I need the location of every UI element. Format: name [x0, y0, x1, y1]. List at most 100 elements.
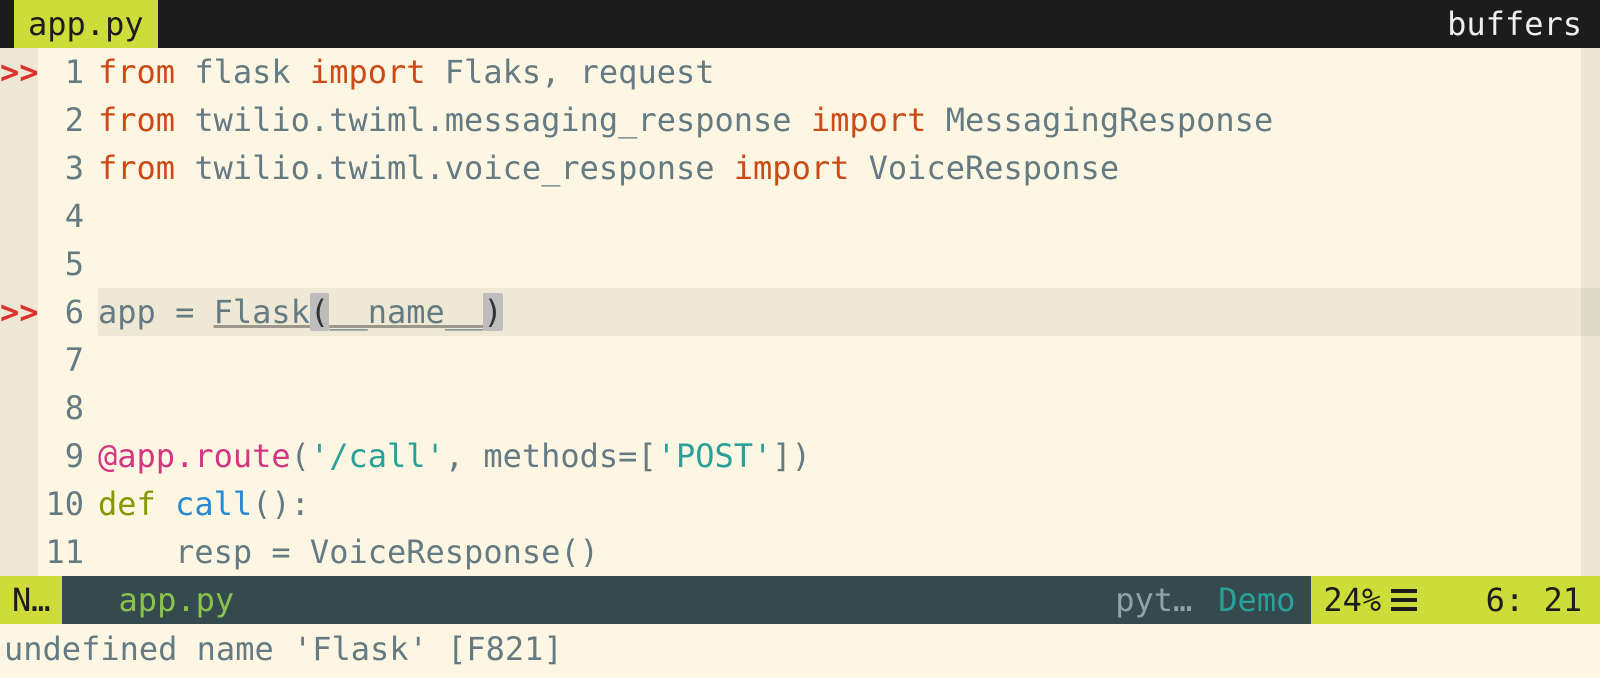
code-token: Flaks, request [445, 53, 715, 91]
code-content[interactable]: def call(): [98, 480, 1581, 528]
code-token: ( [310, 293, 329, 331]
code-content[interactable]: resp = VoiceResponse() [98, 528, 1581, 576]
color-column [1581, 480, 1600, 528]
code-token [98, 197, 117, 235]
code-token: '/call' [310, 437, 445, 475]
code-line[interactable]: >>6app = Flask(__name__) [0, 288, 1600, 336]
status-percent-value: 24% [1323, 576, 1381, 624]
line-number: 3 [38, 144, 98, 192]
code-line[interactable]: 11 resp = VoiceResponse() [0, 528, 1600, 576]
code-token: import [310, 53, 445, 91]
code-line[interactable]: 8 [0, 384, 1600, 432]
code-token: 'POST' [657, 437, 773, 475]
hamburger-icon [1391, 586, 1417, 614]
tab-bar: app.py buffers [0, 0, 1600, 48]
code-line[interactable]: 2from twilio.twiml.messaging_response im… [0, 96, 1600, 144]
code-token: resp = VoiceResponse() [98, 533, 599, 571]
line-number: 8 [38, 384, 98, 432]
code-line[interactable]: 5 [0, 240, 1600, 288]
sign-column [0, 336, 38, 384]
code-token: import [734, 149, 869, 187]
code-token: from [98, 53, 194, 91]
code-line[interactable]: 4 [0, 192, 1600, 240]
code-content[interactable]: from twilio.twiml.voice_response import … [98, 144, 1581, 192]
status-bar: N… app.py pyt… Demo 24% 6: 21 [0, 576, 1600, 624]
sign-column [0, 432, 38, 480]
code-token: from [98, 149, 194, 187]
code-content[interactable]: @app.route('/call', methods=['POST']) [98, 432, 1581, 480]
color-column [1581, 144, 1600, 192]
code-line[interactable]: 3from twilio.twiml.voice_response import… [0, 144, 1600, 192]
code-line[interactable]: 10def call(): [0, 480, 1600, 528]
code-content[interactable] [98, 336, 1581, 384]
code-token: ]) [772, 437, 811, 475]
code-content[interactable] [98, 384, 1581, 432]
color-column [1581, 240, 1600, 288]
line-number: 7 [38, 336, 98, 384]
code-token: def [98, 485, 175, 523]
line-number: 11 [38, 528, 98, 576]
code-token [98, 341, 117, 379]
code-line[interactable]: 9@app.route('/call', methods=['POST']) [0, 432, 1600, 480]
code-content[interactable] [98, 240, 1581, 288]
code-token: twilio.twiml.voice_response [194, 149, 733, 187]
code-line[interactable]: 7 [0, 336, 1600, 384]
code-token: @app.route [98, 437, 291, 475]
code-token: (): [252, 485, 310, 523]
lint-error-marker: >> [0, 288, 38, 336]
code-content[interactable]: from flask import Flaks, request [98, 48, 1581, 96]
code-token [98, 245, 117, 283]
status-percent: 24% [1311, 576, 1429, 624]
line-number: 10 [38, 480, 98, 528]
code-content[interactable]: from twilio.twiml.messaging_response imp… [98, 96, 1581, 144]
status-branch: Demo [1202, 576, 1311, 624]
tabbar-spacer [158, 0, 1430, 48]
color-column [1581, 192, 1600, 240]
line-number: 6 [38, 288, 98, 336]
line-number: 1 [38, 48, 98, 96]
line-number: 2 [38, 96, 98, 144]
message-bar: undefined name 'Flask' [F821] [0, 624, 1600, 674]
code-token: ) [483, 293, 502, 331]
code-token: MessagingResponse [946, 101, 1274, 139]
line-number: 4 [38, 192, 98, 240]
code-token: , methods=[ [445, 437, 657, 475]
color-column [1581, 336, 1600, 384]
code-token: Flask [214, 293, 310, 331]
line-number: 5 [38, 240, 98, 288]
code-token: app = [98, 293, 214, 331]
code-token: call [175, 485, 252, 523]
color-column [1581, 432, 1600, 480]
code-line[interactable]: >>1from flask import Flaks, request [0, 48, 1600, 96]
color-column [1581, 96, 1600, 144]
status-mode: N… [0, 576, 62, 624]
code-editor[interactable]: >>1from flask import Flaks, request2from… [0, 48, 1600, 576]
color-column [1581, 384, 1600, 432]
color-column [1581, 288, 1600, 336]
sign-column [0, 384, 38, 432]
code-token: __name__ [329, 293, 483, 331]
code-token: ( [291, 437, 310, 475]
sign-column [0, 144, 38, 192]
sign-column [0, 192, 38, 240]
code-token: import [811, 101, 946, 139]
sign-column [0, 480, 38, 528]
lint-error-marker: >> [0, 48, 38, 96]
line-number: 9 [38, 432, 98, 480]
sign-column [0, 96, 38, 144]
code-content[interactable] [98, 192, 1581, 240]
status-filename: app.py [62, 576, 1105, 624]
sign-column [0, 528, 38, 576]
code-token: twilio.twiml.messaging_response [194, 101, 811, 139]
code-token [98, 389, 117, 427]
code-content[interactable]: app = Flask(__name__) [98, 288, 1581, 336]
color-column [1581, 528, 1600, 576]
code-token: VoiceResponse [869, 149, 1119, 187]
code-token: from [98, 101, 194, 139]
tab-active[interactable]: app.py [14, 0, 158, 48]
code-token: flask [194, 53, 310, 91]
buffers-label[interactable]: buffers [1429, 0, 1600, 48]
sign-column [0, 240, 38, 288]
status-filetype: pyt… [1105, 576, 1202, 624]
color-column [1581, 48, 1600, 96]
